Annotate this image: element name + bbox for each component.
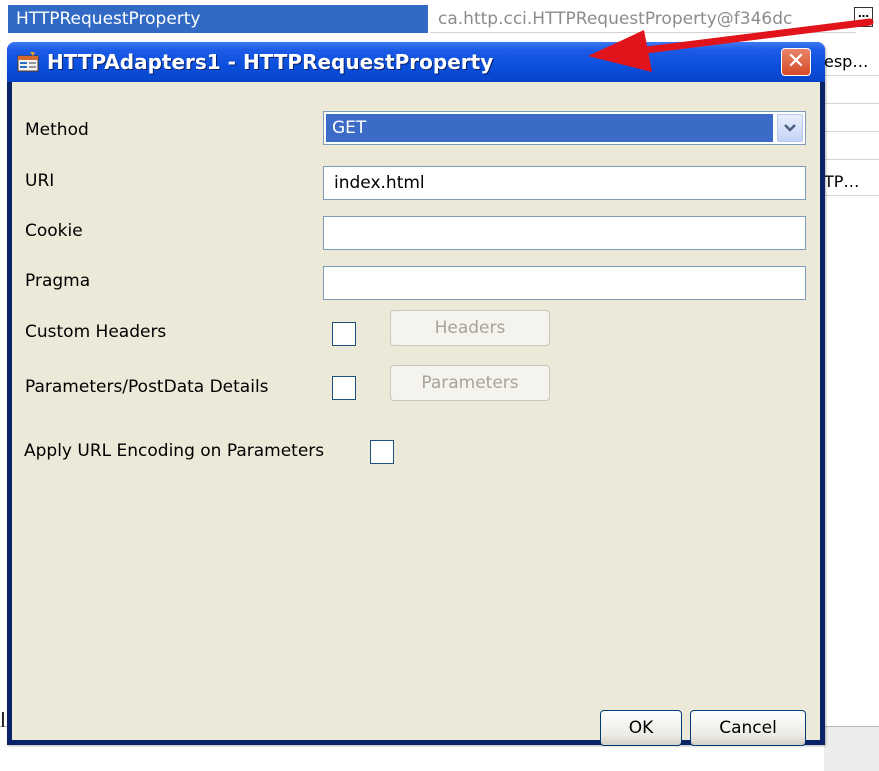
url-encoding-checkbox[interactable] (370, 440, 394, 464)
parameters-button[interactable]: Parameters (390, 365, 550, 401)
cookie-input[interactable] (323, 216, 806, 250)
chevron-down-icon (784, 124, 796, 132)
ok-button[interactable]: OK (600, 710, 682, 746)
property-value-cell[interactable] (820, 132, 879, 160)
method-select[interactable]: GET (323, 111, 806, 145)
uri-input[interactable]: index.html (323, 166, 806, 200)
parameters-label: Parameters/PostData Details (25, 377, 269, 397)
scroll-corner (824, 726, 879, 771)
dialog-title: HTTPAdapters1 - HTTPRequestProperty (47, 50, 494, 74)
pragma-label: Pragma (25, 271, 91, 291)
method-selected-value[interactable]: GET (326, 114, 773, 142)
method-label: Method (25, 120, 89, 140)
parameters-checkbox[interactable] (332, 376, 356, 400)
custom-headers-checkbox[interactable] (332, 322, 356, 346)
pragma-input[interactable] (323, 266, 806, 300)
dropdown-button[interactable] (777, 114, 803, 142)
annotation-arrow (588, 18, 874, 72)
http-request-property-dialog: HTTPAdapters1 - HTTPRequestProperty ✕ Me… (7, 42, 825, 746)
headers-button[interactable]: Headers (390, 310, 550, 346)
dialog-body: Method GET URI index.html Cookie Pragma … (12, 82, 820, 746)
selected-property-name[interactable]: HTTPRequestProperty (8, 5, 428, 33)
property-value-cell[interactable]: TP… (820, 168, 879, 196)
cookie-label: Cookie (25, 221, 83, 241)
custom-headers-label: Custom Headers (25, 322, 167, 342)
cancel-button[interactable]: Cancel (690, 710, 806, 746)
property-value-cell[interactable] (820, 76, 879, 104)
url-encoding-label: Apply URL Encoding on Parameters (24, 441, 325, 461)
uri-label: URI (25, 171, 55, 191)
property-value-cell[interactable] (820, 104, 879, 132)
property-editor-icon (17, 52, 39, 72)
